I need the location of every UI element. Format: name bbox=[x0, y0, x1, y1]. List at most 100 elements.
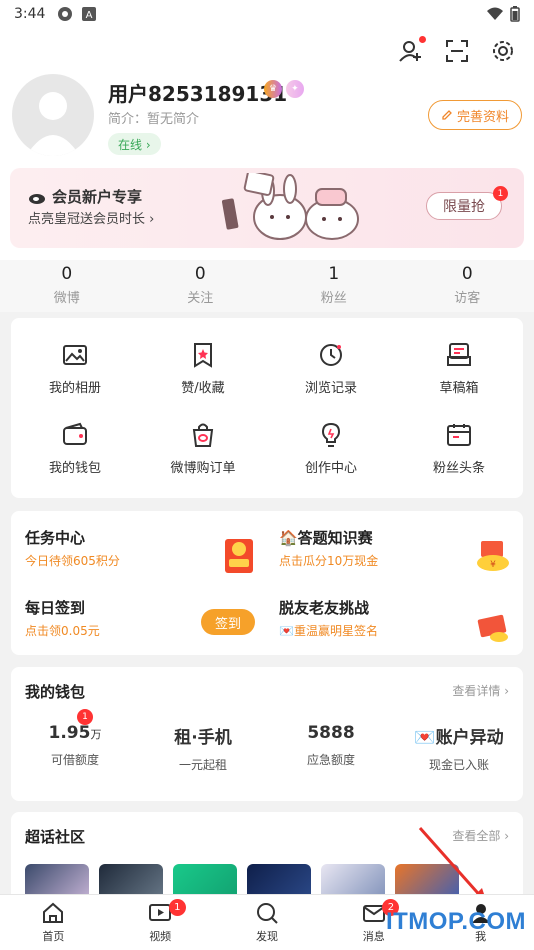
stat-posts-label: 微博 bbox=[53, 291, 80, 306]
grid-item-favorites[interactable]: 赞/收藏 bbox=[139, 328, 267, 408]
gear-icon bbox=[493, 41, 513, 61]
stat-followers[interactable]: 1 粉丝 bbox=[267, 260, 401, 312]
grid-item-creator-label: 创作中心 bbox=[304, 460, 357, 476]
weibo-vip-icon bbox=[29, 193, 45, 204]
grid-item-drafts[interactable]: 草稿箱 bbox=[395, 328, 523, 408]
wifi-icon bbox=[487, 7, 503, 20]
grid-item-drafts-label: 草稿箱 bbox=[439, 380, 479, 396]
user-bio[interactable]: 简介：暂无简介 bbox=[108, 108, 199, 127]
grid-item-wallet[interactable]: 我的钱包 bbox=[11, 408, 139, 488]
tab-home[interactable]: 首页 bbox=[0, 895, 107, 950]
status-time: 3:44 bbox=[14, 6, 46, 22]
default-avatar-icon bbox=[26, 92, 80, 156]
tab-video-label: 视频 bbox=[149, 930, 172, 943]
photo-album-icon bbox=[63, 344, 87, 365]
limited-grab-badge: 1 bbox=[493, 186, 508, 201]
wallet-items: 1 1.95万 可借额度 租·手机 一元起租 5888 应急额度 💌账户异动 现… bbox=[11, 709, 523, 773]
search-icon bbox=[256, 903, 278, 924]
wallet-credit-sub: 可借额度 bbox=[50, 753, 99, 767]
stat-following[interactable]: 0 关注 bbox=[134, 260, 268, 312]
wallet-rent-value: 租·手机 bbox=[174, 728, 232, 748]
grid-item-history[interactable]: 浏览记录 bbox=[267, 328, 395, 408]
stat-posts-num: 0 bbox=[61, 264, 73, 284]
task-card: 任务中心 今日待领605积分 🏠答题知识赛 点击瓜分10万现金 ¥ 每日签到 点… bbox=[11, 511, 523, 655]
grid-item-favorites-label: 赞/收藏 bbox=[181, 380, 225, 396]
tab-video-badge: 1 bbox=[168, 899, 186, 916]
stat-followers-label: 粉丝 bbox=[320, 291, 347, 306]
topic-title: 超话社区 bbox=[25, 828, 86, 846]
wallet-item-credit[interactable]: 1 1.95万 可借额度 bbox=[11, 709, 139, 773]
stat-posts[interactable]: 0 微博 bbox=[0, 260, 134, 312]
wallet-credit-unit: 万 bbox=[90, 728, 102, 741]
wallet-more-link[interactable]: 查看详情 › bbox=[452, 682, 509, 699]
task-center[interactable]: 任务中心 今日待领605积分 bbox=[25, 527, 265, 587]
wallet-account-value: 💌账户异动 bbox=[414, 728, 504, 748]
vip-banner[interactable]: 会员新户专享 点亮皇冠送会员时长 › 限量抢 1 bbox=[10, 168, 524, 248]
stat-following-label: 关注 bbox=[187, 291, 214, 306]
limited-grab-button[interactable]: 限量抢 bbox=[426, 192, 502, 220]
vip-title-text: 会员新户专享 bbox=[52, 188, 143, 206]
wallet-credit-value-wrap: 1.95万 bbox=[11, 723, 139, 743]
grid-item-album[interactable]: 我的相册 bbox=[11, 328, 139, 408]
earn-money-icon: ¥ bbox=[477, 541, 509, 571]
history-icon bbox=[320, 343, 342, 366]
drafts-icon bbox=[447, 342, 471, 366]
settings-button[interactable] bbox=[490, 38, 516, 64]
scan-button[interactable] bbox=[444, 38, 470, 64]
stat-visitors-num: 0 bbox=[461, 264, 473, 284]
tab-video[interactable]: 视频 1 bbox=[107, 895, 214, 950]
battery-icon bbox=[510, 6, 520, 22]
function-grid: 我的相册 赞/收藏 浏览记录 草稿箱 我的钱包 微博购订单 创作中心 粉丝头条 bbox=[11, 318, 523, 498]
grid-item-orders-label: 微博购订单 bbox=[170, 460, 236, 476]
tab-home-label: 首页 bbox=[42, 930, 65, 943]
status-bar: 3:44 A bbox=[0, 0, 534, 28]
pencil-icon bbox=[442, 110, 452, 120]
vip-crown-badge: ♛ bbox=[264, 80, 283, 98]
friend-challenge[interactable]: 脱友老友挑战 💌重温赢明星签名 bbox=[279, 597, 519, 657]
shopping-bag-icon bbox=[192, 423, 214, 447]
wallet-account-sub: 现金已入账 bbox=[428, 758, 489, 772]
wallet-icon bbox=[63, 422, 87, 445]
tab-discover-label: 发现 bbox=[255, 930, 278, 943]
stat-visitors[interactable]: 0 访客 bbox=[401, 260, 534, 312]
edit-profile-label: 完善资料 bbox=[456, 109, 509, 125]
grid-item-creator[interactable]: 创作中心 bbox=[267, 408, 395, 488]
grid-item-headline-label: 粉丝头条 bbox=[432, 460, 485, 476]
decor-badge: ✦ bbox=[286, 80, 304, 98]
wallet-title: 我的钱包 bbox=[25, 683, 86, 701]
svg-text:¥: ¥ bbox=[490, 560, 496, 570]
daily-checkin[interactable]: 每日签到 点击领0.05元 签到 bbox=[25, 597, 265, 657]
grid-item-orders[interactable]: 微博购订单 bbox=[139, 408, 267, 488]
grid-item-history-label: 浏览记录 bbox=[304, 380, 357, 396]
checkin-button[interactable]: 签到 bbox=[201, 609, 255, 635]
favorite-icon bbox=[194, 342, 212, 368]
username[interactable]: 用户8253189131 bbox=[108, 78, 287, 107]
watermark: ITMOP.COM bbox=[385, 908, 526, 935]
stat-visitors-label: 访客 bbox=[454, 291, 481, 306]
gift-box-icon bbox=[477, 614, 508, 642]
wallet-credit-value: 1.95 bbox=[48, 723, 91, 743]
tab-discover[interactable]: 发现 bbox=[214, 895, 321, 950]
wallet-item-account[interactable]: 💌账户异动 现金已入账 bbox=[395, 723, 523, 773]
wallet-item-rent[interactable]: 租·手机 一元起租 bbox=[139, 723, 267, 773]
top-actions bbox=[398, 36, 516, 64]
wallet-emergency-sub: 应急额度 bbox=[306, 753, 355, 767]
wallet-item-emergency[interactable]: 5888 应急额度 bbox=[267, 723, 395, 773]
stat-following-num: 0 bbox=[194, 264, 206, 284]
edit-profile-button[interactable]: 完善资料 bbox=[427, 100, 522, 130]
vip-title: 会员新户专享 bbox=[28, 186, 142, 207]
online-status[interactable]: 在线 › bbox=[108, 133, 161, 155]
tab-messages-label: 消息 bbox=[362, 930, 385, 943]
grid-item-wallet-label: 我的钱包 bbox=[48, 460, 101, 476]
user-badges[interactable]: ♛ ✦ bbox=[264, 80, 304, 98]
profile-header: 用户8253189131 ♛ ✦ 简介：暂无简介 在线 › 完善资料 会员新户专… bbox=[0, 28, 534, 260]
notification-a-icon: A bbox=[82, 7, 97, 21]
stat-followers-num: 1 bbox=[328, 264, 340, 284]
wallet-rent-sub: 一元起租 bbox=[178, 758, 227, 772]
grid-item-album-label: 我的相册 bbox=[48, 380, 101, 396]
add-friend-button[interactable] bbox=[398, 36, 426, 64]
avatar[interactable] bbox=[12, 74, 94, 156]
quiz-contest[interactable]: 🏠答题知识赛 点击瓜分10万现金 ¥ bbox=[279, 527, 519, 587]
app-notification-icon bbox=[58, 7, 73, 21]
grid-item-headline[interactable]: 粉丝头条 bbox=[395, 408, 523, 488]
